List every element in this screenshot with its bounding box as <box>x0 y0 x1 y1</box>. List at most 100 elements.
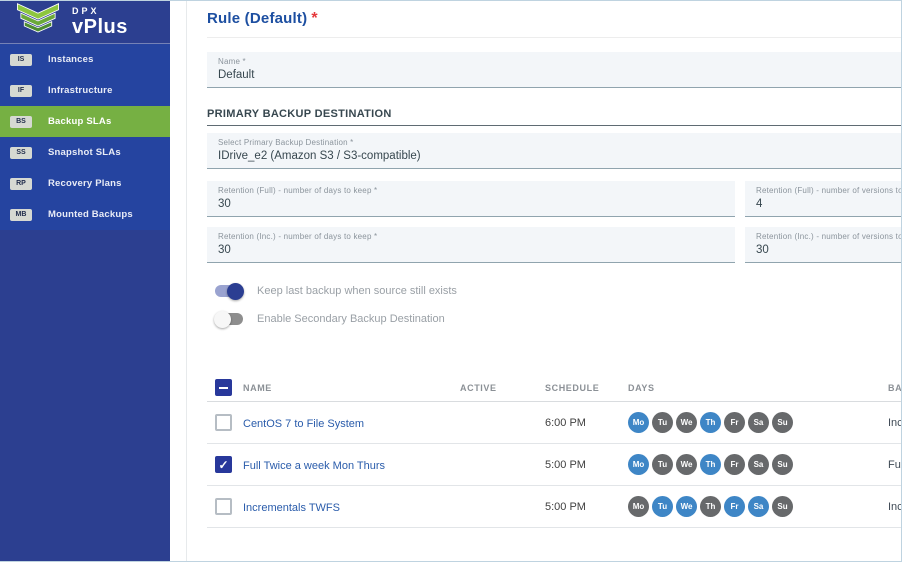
day-chip-mo: Mo <box>628 412 649 433</box>
sidebar-badge-if: IF <box>10 85 32 97</box>
schedule-time: 5:00 PM <box>545 459 628 471</box>
table-header-row: NAMEACTIVESCHEDULEDAYSBA <box>207 374 901 402</box>
day-chip-we: We <box>676 496 697 517</box>
day-chip-fr: Fr <box>724 454 745 475</box>
table-row-incrementals-twfs: Incrementals TWFS5:00 PMMoTuWeThFrSaSuIn… <box>207 486 901 528</box>
toggle-row-enable-secondary-backup-destination: Enable Secondary Backup Destination <box>207 309 901 329</box>
sidebar-item-label: Snapshot SLAs <box>48 147 121 158</box>
retention-full-versions-label: Retention (Full) - number of versions to… <box>756 186 901 195</box>
table-row-centos-7-to-file-system: CentOS 7 to File System 6:00 PMMoTuWeThFr… <box>207 402 901 444</box>
primary-destination-select[interactable]: Select Primary Backup Destination * IDri… <box>207 133 901 169</box>
retention-full-days-value: 30 <box>218 198 735 210</box>
days-chips: MoTuWeThFrSaSu <box>628 496 888 517</box>
sidebar-item-instances[interactable]: ISInstances <box>0 44 170 75</box>
days-chips: MoTuWeThFrSaSu <box>628 412 888 433</box>
vplus-chevron-logo-icon <box>14 2 62 43</box>
toggle-keep-last-backup-when-source-still-exists[interactable] <box>214 283 244 300</box>
day-chip-sa: Sa <box>748 496 769 517</box>
toggle-list: Keep last backup when source still exist… <box>207 281 901 329</box>
day-chip-mo: Mo <box>628 496 649 517</box>
main-content-inner: Rule (Default)* Name * Default PRIMARY B… <box>186 1 901 561</box>
sidebar-item-infrastructure[interactable]: IF Infrastructure <box>0 75 170 106</box>
retention-full-versions-field[interactable]: Retention (Full) - number of versions to… <box>745 181 901 217</box>
day-chip-we: We <box>676 454 697 475</box>
column-header-name: NAME <box>243 383 460 393</box>
schedule-name-link[interactable]: CentOS 7 to File System <box>243 418 364 430</box>
day-chip-tu: Tu <box>652 412 673 433</box>
column-header-active: ACTIVE <box>460 383 545 393</box>
retention-inc-versions-value: 30 <box>756 244 901 256</box>
day-chip-fr: Fr <box>724 412 745 433</box>
page-title: Rule (Default) <box>207 10 307 27</box>
retention-full-days-field[interactable]: Retention (Full) - number of days to kee… <box>207 181 735 217</box>
sidebar-item-label: Infrastructure <box>48 85 113 96</box>
day-chip-mo: Mo <box>628 454 649 475</box>
toggle-label: Keep last backup when source still exist… <box>257 285 457 297</box>
row-checkbox[interactable] <box>215 414 232 431</box>
sidebar-badge-bs: BS <box>10 116 32 128</box>
row-checkbox[interactable] <box>215 456 232 473</box>
schedule-name-link[interactable]: Incrementals TWFS <box>243 502 340 514</box>
name-field-label: Name * <box>218 57 901 66</box>
day-chip-th: Th <box>700 454 721 475</box>
day-chip-we: We <box>676 412 697 433</box>
schedules-table: NAMEACTIVESCHEDULEDAYSBACentOS 7 to File… <box>207 374 901 528</box>
page-title-row: Rule (Default)* <box>207 1 901 38</box>
app-window: DPX vPlus DashboardVirtual EnvironmentsI… <box>0 0 902 562</box>
name-field[interactable]: Name * Default <box>207 52 901 88</box>
retention-inc-days-label: Retention (Inc.) - number of days to kee… <box>218 232 735 241</box>
table-row-full-twice-a-week-mon-thurs: Full Twice a week Mon Thurs 5:00 PMMoTuWe… <box>207 444 901 486</box>
schedule-name-link[interactable]: Full Twice a week Mon Thurs <box>243 460 385 472</box>
day-chip-tu: Tu <box>652 454 673 475</box>
sidebar-nav: DashboardVirtual EnvironmentsISInstances… <box>0 44 170 230</box>
day-chip-su: Su <box>772 454 793 475</box>
retention-fields: Retention (Full) - number of days to kee… <box>207 181 901 263</box>
toggle-enable-secondary-backup-destination[interactable] <box>214 311 244 328</box>
day-chip-tu: Tu <box>652 496 673 517</box>
sidebar-badge-is: IS <box>10 54 32 66</box>
day-chip-th: Th <box>700 496 721 517</box>
name-field-value: Default <box>218 69 901 81</box>
toggle-knob <box>227 283 244 300</box>
day-chip-fr: Fr <box>724 496 745 517</box>
retention-full-days-label: Retention (Full) - number of days to kee… <box>218 186 735 195</box>
day-chip-su: Su <box>772 412 793 433</box>
schedule-time: 5:00 PM <box>545 501 628 513</box>
sidebar-badge-ss: SS <box>10 147 32 159</box>
sidebar-item-mounted-backups[interactable]: MB Mounted Backups <box>0 199 170 230</box>
day-chip-sa: Sa <box>748 412 769 433</box>
retention-inc-versions-field[interactable]: Retention (Inc.) - number of versions to… <box>745 227 901 263</box>
day-chip-sa: Sa <box>748 454 769 475</box>
sidebar: DPX vPlus DashboardVirtual EnvironmentsI… <box>0 1 170 561</box>
main-content: Rule (Default)* Name * Default PRIMARY B… <box>170 1 901 561</box>
days-chips: MoTuWeThFrSaSu <box>628 454 888 475</box>
row-checkbox[interactable] <box>215 498 232 515</box>
primary-backup-destination-heading: PRIMARY BACKUP DESTINATION <box>207 108 901 126</box>
column-header-days: DAYS <box>628 383 888 393</box>
sidebar-item-label: Backup SLAs <box>48 116 111 127</box>
toggle-knob <box>214 311 231 328</box>
toggle-label: Enable Secondary Backup Destination <box>257 313 445 325</box>
logo-dpx: DPX <box>72 7 128 16</box>
sidebar-item-snapshot-slas[interactable]: SS Snapshot SLAs <box>0 137 170 168</box>
primary-destination-value: IDrive_e2 (Amazon S3 / S3-compatible) <box>218 150 901 162</box>
logo-text: DPX vPlus <box>72 7 128 37</box>
logo-vplus: vPlus <box>72 17 128 37</box>
backup-type-cell: Fu <box>888 459 901 471</box>
column-header-ba: BA <box>888 383 901 393</box>
backup-type-cell: Inc <box>888 417 901 429</box>
sidebar-item-recovery-plans[interactable]: RPRecovery Plans <box>0 168 170 199</box>
toggle-row-keep-last-backup-when-source-still-exists: Keep last backup when source still exist… <box>207 281 901 301</box>
sidebar-item-backup-slas[interactable]: BS Backup SLAs <box>0 106 170 137</box>
retention-inc-days-field[interactable]: Retention (Inc.) - number of days to kee… <box>207 227 735 263</box>
sidebar-badge-mb: MB <box>10 209 32 221</box>
column-header-schedule: SCHEDULE <box>545 383 628 393</box>
schedule-time: 6:00 PM <box>545 417 628 429</box>
primary-destination-label: Select Primary Backup Destination * <box>218 138 901 147</box>
sidebar-item-label: Mounted Backups <box>48 209 133 220</box>
retention-full-versions-value: 4 <box>756 198 901 210</box>
select-all-checkbox[interactable] <box>215 379 232 396</box>
retention-inc-versions-label: Retention (Inc.) - number of versions to… <box>756 232 901 241</box>
retention-inc-days-value: 30 <box>218 244 735 256</box>
day-chip-th: Th <box>700 412 721 433</box>
